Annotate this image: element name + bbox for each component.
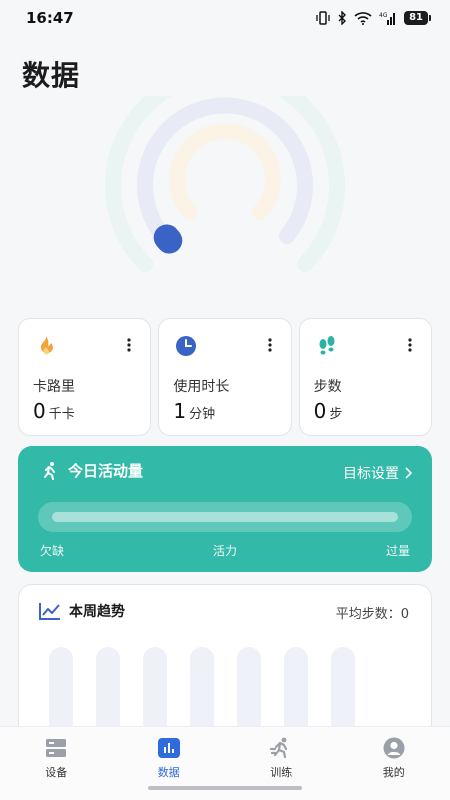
stat-cards: 卡路里 0 千卡 使用时长 1 分钟 步数 0 步: [18, 318, 432, 436]
running-icon: [270, 737, 288, 759]
bar-chart-icon: [157, 738, 180, 758]
nav-label: 训练: [270, 766, 293, 779]
duration-card[interactable]: 使用时长 1 分钟: [158, 318, 292, 436]
nav-item-training[interactable]: 训练: [246, 737, 316, 800]
profile-icon: [383, 737, 405, 759]
nav-label: 我的: [382, 766, 405, 779]
card-label: 步数: [313, 379, 342, 395]
nav-label: 数据: [157, 766, 180, 779]
card-value: 1: [173, 399, 187, 423]
activity-progress-track: [38, 502, 412, 532]
flame-icon: [35, 335, 57, 357]
card-label: 卡路里: [33, 379, 75, 395]
card-unit: 千卡: [48, 407, 75, 422]
bluetooth-icon: [338, 11, 347, 25]
card-label: 使用时长: [173, 379, 230, 395]
footprints-icon: [316, 335, 338, 357]
nav-label: 设备: [45, 766, 68, 779]
card-value: 0: [313, 399, 327, 423]
trend-header: 本周趋势: [39, 601, 125, 621]
activity-scale: 欠缺 活力 过量: [40, 542, 410, 559]
activity-title: 今日活动量: [68, 462, 144, 480]
scale-low-label: 欠缺: [40, 544, 65, 558]
device-icon: [46, 739, 67, 757]
running-icon: [44, 461, 55, 480]
card-value-row: 0 千卡: [33, 399, 75, 423]
more-options-icon[interactable]: [403, 335, 417, 355]
line-chart-icon: [39, 603, 60, 620]
status-icons: 4G 81: [316, 11, 431, 25]
card-unit: 步: [329, 407, 343, 422]
inner-ring-track: [169, 123, 281, 220]
card-value-row: 0 步: [314, 399, 343, 423]
svg-text:4G: 4G: [379, 12, 388, 19]
steps-card[interactable]: 步数 0 步: [298, 318, 432, 436]
scale-mid-label: 活力: [212, 544, 237, 558]
wifi-icon: [354, 12, 372, 25]
average-steps-label: 平均步数：0: [335, 607, 409, 622]
activity-header: 今日活动量: [40, 460, 143, 481]
goal-settings-link[interactable]: 目标设置: [343, 463, 412, 483]
page-title: 数据: [22, 59, 81, 92]
home-indicator: [148, 786, 302, 790]
card-unit: 分钟: [189, 407, 216, 422]
vibrate-icon: [316, 11, 330, 25]
nav-item-data[interactable]: 数据: [134, 737, 204, 800]
chevron-right-icon: [405, 467, 412, 479]
calories-card[interactable]: 卡路里 0 千卡: [18, 318, 152, 436]
activity-card[interactable]: 今日活动量 目标设置 欠缺 活力 过量: [18, 446, 432, 572]
scale-high-label: 过量: [385, 544, 410, 558]
trend-title: 本周趋势: [69, 604, 125, 620]
status-bar: 16:47 4G 81: [0, 0, 450, 36]
card-value: 0: [33, 399, 46, 423]
battery-indicator: 81: [404, 11, 431, 25]
more-options-icon[interactable]: [122, 335, 136, 355]
activity-progress-bar: [52, 512, 398, 522]
nav-item-device[interactable]: 设备: [21, 737, 91, 800]
clock-icon: [175, 335, 197, 357]
more-options-icon[interactable]: [263, 335, 277, 355]
goal-settings-label: 目标设置: [343, 466, 399, 482]
cellular-signal-icon: 4G: [379, 12, 396, 25]
nav-item-profile[interactable]: 我的: [359, 737, 429, 800]
activity-rings: [105, 96, 345, 272]
status-time: 16:47: [26, 9, 74, 27]
card-value-row: 1 分钟: [173, 399, 215, 423]
